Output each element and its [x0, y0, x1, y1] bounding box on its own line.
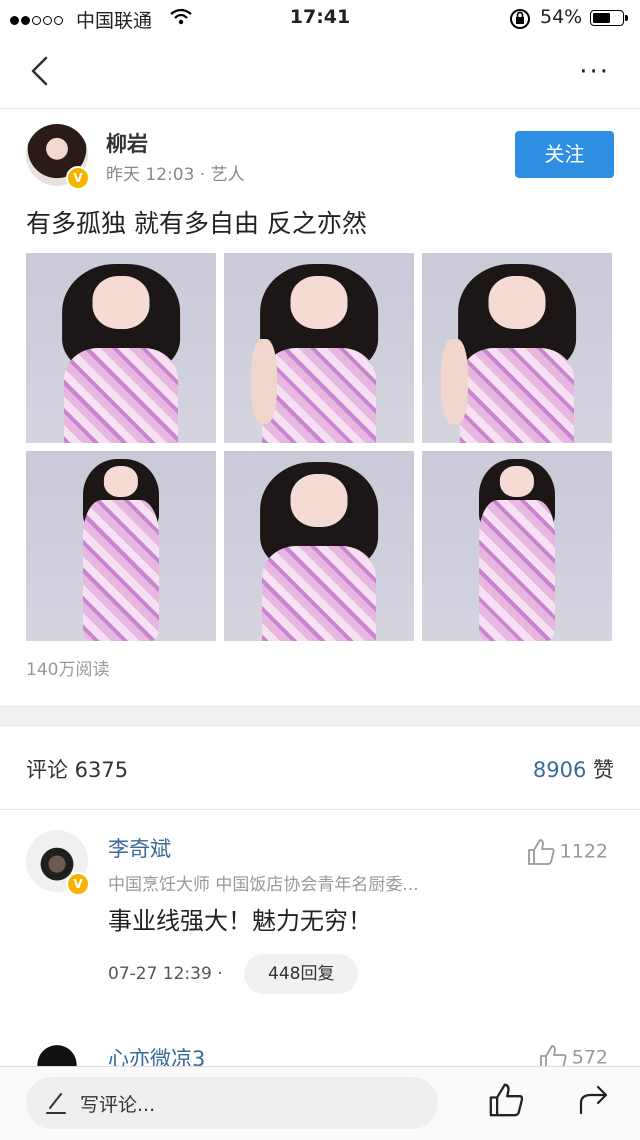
comment-like-counts: 评论 6375 8906 赞 — [0, 724, 640, 810]
comment-text: 事业线强大！魅力无穷！ — [108, 907, 372, 935]
thumbs-up-icon — [527, 839, 555, 865]
comment-like-button[interactable]: 1122 — [526, 838, 608, 866]
top-nav-bar: ··· — [0, 36, 640, 109]
like-count-number: 8906 — [532, 758, 587, 782]
battery-percentage: 54% — [540, 6, 583, 28]
verified-badge-icon: V — [66, 166, 90, 190]
bottom-action-bar: 写评论... — [0, 1066, 640, 1140]
commenter-title: 中国烹饪大师 中国饭店协会青年名厨委... — [108, 875, 419, 895]
replies-button[interactable]: 448回复 — [244, 954, 359, 994]
author-name[interactable]: 柳岩 — [106, 128, 148, 158]
comment-like-count: 1122 — [559, 840, 608, 863]
photo-thumbnail[interactable] — [224, 451, 414, 641]
read-count: 140万阅读 — [26, 660, 110, 680]
comment-input-placeholder: 写评论... — [80, 1094, 156, 1116]
photo-thumbnail[interactable] — [224, 253, 414, 443]
commenter-name[interactable]: 李奇斌 — [108, 833, 171, 863]
chevron-left-icon[interactable] — [24, 54, 58, 88]
post-author: V 柳岩 昨天 12:03 · 艺人 关注 — [26, 124, 614, 190]
battery-icon — [590, 10, 628, 26]
share-icon[interactable] — [577, 1083, 611, 1117]
comment-input[interactable]: 写评论... — [26, 1077, 438, 1129]
photo-thumbnail[interactable] — [26, 451, 216, 641]
section-divider — [0, 706, 640, 726]
like-count[interactable]: 8906 赞 — [533, 754, 614, 784]
post-meta: 昨天 12:03 · 艺人 — [106, 165, 245, 185]
more-options-icon[interactable]: ··· — [579, 59, 610, 85]
pen-icon — [46, 1093, 66, 1114]
comment-count: 评论 6375 — [26, 758, 129, 782]
photo-thumbnail[interactable] — [26, 253, 216, 443]
photo-thumbnail[interactable] — [422, 451, 612, 641]
comment-item: V 李奇斌 1122 中国烹饪大师 中国饭店协会青年名厨委... 事业线强大！魅… — [26, 830, 614, 1000]
like-count-suffix: 赞 — [593, 758, 614, 782]
follow-button[interactable]: 关注 — [515, 131, 614, 178]
status-bar: 中国联通 17:41 54% — [0, 0, 640, 36]
verified-badge-icon: V — [66, 872, 90, 896]
photo-grid — [26, 253, 612, 641]
rotation-lock-icon — [508, 7, 532, 36]
photo-thumbnail[interactable] — [422, 253, 612, 443]
thumbs-up-icon[interactable] — [487, 1081, 525, 1119]
comment-time: 07-27 12:39 · — [108, 964, 223, 984]
post-text: 有多孤独 就有多自由 反之亦然 — [26, 209, 367, 238]
